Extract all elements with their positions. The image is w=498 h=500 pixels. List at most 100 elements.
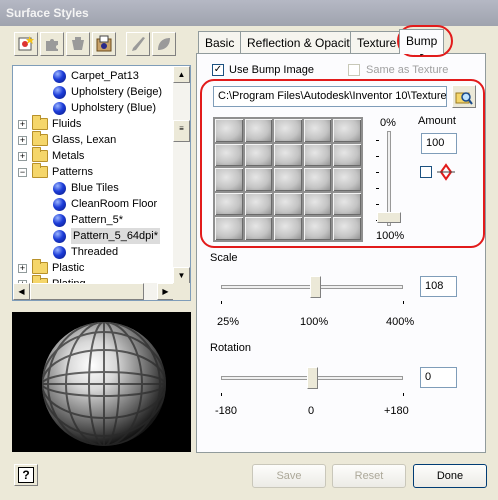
purge-button[interactable] (66, 32, 90, 56)
expand-icon[interactable]: + (18, 263, 27, 273)
tree-item-patterns[interactable]: − Patterns (18, 163, 93, 180)
leaf-button[interactable] (152, 32, 176, 56)
scroll-thumb[interactable]: ≡ (173, 120, 190, 142)
import-icon (96, 35, 112, 52)
tree-item-upholstery-blue[interactable]: Upholstery (Blue) (53, 100, 156, 116)
new-style-icon (18, 36, 34, 51)
use-bump-image-label: Use Bump Image (229, 64, 314, 76)
rotation-slider-thumb[interactable] (307, 367, 318, 389)
expand-icon[interactable]: + (18, 135, 27, 145)
slider-tick (403, 393, 404, 396)
tab-texture[interactable]: Texture (350, 31, 404, 53)
scroll-up-icon[interactable]: ▲ (173, 66, 190, 83)
leaf-icon (158, 38, 170, 50)
rotation-max-label: +180 (384, 405, 409, 417)
slider-tick (221, 301, 222, 304)
puzzle-icon (46, 39, 58, 51)
scale-max-label: 400% (386, 316, 415, 328)
brush-icon (132, 37, 145, 51)
style-ball-icon (53, 69, 66, 83)
style-ball-icon (53, 245, 66, 259)
tab-bump[interactable]: Bump (399, 29, 445, 54)
tree-list: Carpet_Pat13 Upholstery (Beige) Upholste… (13, 66, 174, 284)
tab-label: Basic (205, 36, 235, 50)
scale-field[interactable]: 108 (420, 276, 457, 297)
expand-icon[interactable]: + (18, 119, 27, 129)
tab-label: Texture (357, 36, 397, 50)
rotation-field[interactable]: 0 (420, 367, 457, 388)
folder-icon (32, 131, 48, 146)
style-tree[interactable]: Carpet_Pat13 Upholstery (Beige) Upholste… (12, 65, 191, 301)
tree-item-label: Plastic (52, 262, 85, 274)
expand-icon[interactable]: + (18, 151, 27, 161)
tree-horizontal-scrollbar[interactable]: ◀ ▶ (13, 283, 174, 300)
sphere-preview-image (42, 322, 166, 446)
window-title-bar[interactable]: Surface Styles (0, 0, 498, 26)
scroll-corner (173, 283, 190, 300)
rotation-label: Rotation (210, 342, 251, 354)
help-icon: ? (18, 467, 34, 483)
tree-item-label: Pattern_5_64dpi* (71, 228, 161, 244)
slider-tick (403, 301, 404, 304)
tree-item-pattern-5[interactable]: Pattern_5* (53, 212, 123, 228)
rotation-mid-label: 0 (308, 405, 315, 417)
scroll-right-icon[interactable]: ▶ (157, 283, 174, 300)
tree-item-label: Upholstery (Blue) (71, 102, 156, 114)
tree-vertical-scrollbar[interactable]: ▲ ≡ ▼ (173, 66, 190, 284)
tree-item-label: CleanRoom Floor (71, 198, 158, 210)
tree-item-label: Threaded (71, 246, 119, 258)
import-button[interactable] (92, 32, 116, 56)
style-ball-icon (53, 101, 66, 115)
tab-basic[interactable]: Basic (198, 31, 242, 53)
save-button[interactable]: Save (252, 464, 326, 488)
window-title: Surface Styles (6, 6, 89, 20)
scale-slider-thumb[interactable] (310, 276, 321, 298)
style-ball-icon (53, 85, 66, 99)
tree-item-label: Patterns (52, 166, 93, 178)
brush-button[interactable] (126, 32, 150, 56)
style-ball-icon (53, 181, 66, 195)
material-preview (12, 312, 191, 452)
scale-label: Scale (210, 252, 238, 264)
style-ball-icon (53, 197, 66, 211)
rotation-min-label: -180 (215, 405, 238, 417)
tree-item-label: Glass, Lexan (52, 134, 117, 146)
tree-item-pattern-5-64dpi[interactable]: Pattern_5_64dpi* (53, 228, 161, 244)
tree-item-metals[interactable]: + Metals (18, 147, 85, 164)
tree-item-fluids[interactable]: + Fluids (18, 115, 81, 132)
bump-settings-highlight (200, 79, 485, 248)
tree-item-plastic[interactable]: + Plastic (18, 259, 85, 276)
use-bump-image-checkbox[interactable]: ✓ (212, 64, 224, 76)
scroll-down-icon[interactable]: ▼ (173, 267, 190, 284)
tree-item-glass-lexan[interactable]: + Glass, Lexan (18, 131, 117, 148)
done-button[interactable]: Done (413, 464, 487, 488)
tab-reflection-opacity[interactable]: Reflection & Opacity (240, 31, 363, 53)
folder-icon (32, 147, 48, 162)
new-style-button[interactable] (14, 32, 38, 56)
tree-item-label: Metals (52, 150, 85, 162)
same-as-texture-checkbox[interactable] (348, 64, 360, 76)
style-ball-icon (53, 229, 66, 243)
slider-tick (221, 393, 222, 396)
purge-icon (72, 37, 84, 50)
scroll-thumb[interactable] (30, 283, 144, 300)
folder-icon (32, 259, 48, 274)
scroll-left-icon[interactable]: ◀ (13, 283, 30, 300)
help-button[interactable]: ? (14, 464, 38, 486)
tab-label: Reflection & Opacity (247, 36, 356, 50)
tree-item-threaded[interactable]: Threaded (53, 244, 118, 260)
tree-item-label: Blue Tiles (71, 182, 119, 194)
folder-icon (32, 115, 48, 130)
puzzle-button[interactable] (40, 32, 64, 56)
tree-item-upholstery-beige[interactable]: Upholstery (Beige) (53, 84, 162, 100)
tree-item-cleanroom-floor[interactable]: CleanRoom Floor (53, 196, 157, 212)
tree-item-carpet-pat13[interactable]: Carpet_Pat13 (53, 68, 139, 84)
style-ball-icon (53, 213, 66, 227)
tree-item-blue-tiles[interactable]: Blue Tiles (53, 180, 119, 196)
collapse-icon[interactable]: − (18, 167, 27, 177)
scale-mid-label: 100% (300, 316, 329, 328)
folder-open-icon (32, 163, 48, 178)
tree-item-label: Carpet_Pat13 (71, 70, 139, 82)
tree-item-label: Pattern_5* (71, 214, 123, 226)
reset-button[interactable]: Reset (332, 464, 406, 488)
